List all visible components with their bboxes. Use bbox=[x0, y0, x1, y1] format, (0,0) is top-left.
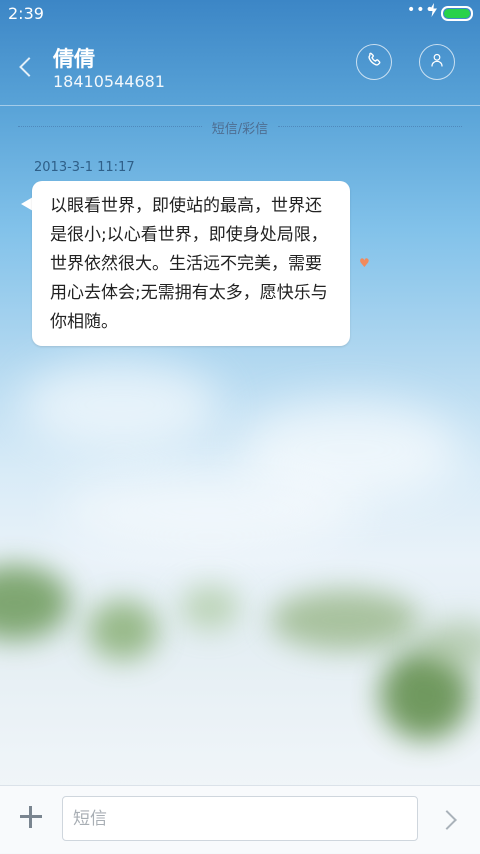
message-text-line: 世界依然很大。生活远不完美，需要 bbox=[50, 254, 322, 274]
heart-icon: ♥ bbox=[359, 256, 370, 270]
message-text-line: 用心去体会;无需拥有太多，愿快乐与 bbox=[50, 283, 328, 303]
wallpaper-tree bbox=[88, 600, 158, 660]
message-type-label: 短信/彩信 bbox=[211, 122, 269, 137]
wallpaper-tree bbox=[180, 585, 240, 630]
charging-icon bbox=[429, 3, 437, 21]
person-icon bbox=[429, 52, 445, 72]
message-type-divider: 短信/彩信 bbox=[0, 117, 480, 137]
plus-icon[interactable] bbox=[19, 805, 43, 829]
call-button[interactable] bbox=[356, 44, 392, 80]
wallpaper-cloud bbox=[60, 470, 360, 550]
wallpaper-tree bbox=[270, 590, 420, 650]
conversation-header: 倩倩 18410544681 bbox=[0, 26, 480, 106]
message-text-line: 以眼看世界，即使站的最高，世界还 bbox=[50, 196, 322, 216]
message-text-line: 你相随。 bbox=[50, 312, 118, 332]
wallpaper-tree bbox=[0, 565, 70, 640]
phone-icon bbox=[365, 51, 383, 73]
chevron-left-icon[interactable] bbox=[19, 57, 39, 77]
contact-profile-button[interactable] bbox=[419, 44, 455, 80]
message-text-line: 是很小;以心看世界，即使身处局限， bbox=[50, 225, 328, 245]
message-timestamp: 2013-3-1 11:17 bbox=[34, 160, 135, 175]
composer-bar bbox=[0, 785, 480, 854]
contact-name: 倩倩 bbox=[53, 47, 95, 71]
battery-level bbox=[444, 9, 470, 18]
send-arrow-icon[interactable] bbox=[437, 810, 457, 830]
message-bubble[interactable]: 以眼看世界，即使站的最高，世界还 是很小;以心看世界，即使身处局限， 世界依然很… bbox=[32, 181, 350, 346]
status-time: 2:39 bbox=[8, 4, 44, 23]
status-bar: 2:39 ••• bbox=[0, 0, 480, 26]
battery-icon bbox=[441, 6, 473, 21]
contact-number: 18410544681 bbox=[53, 72, 165, 91]
divider-line bbox=[278, 126, 462, 127]
header-divider bbox=[0, 105, 480, 106]
wallpaper-cloud bbox=[20, 360, 220, 450]
message-input[interactable] bbox=[62, 796, 418, 841]
